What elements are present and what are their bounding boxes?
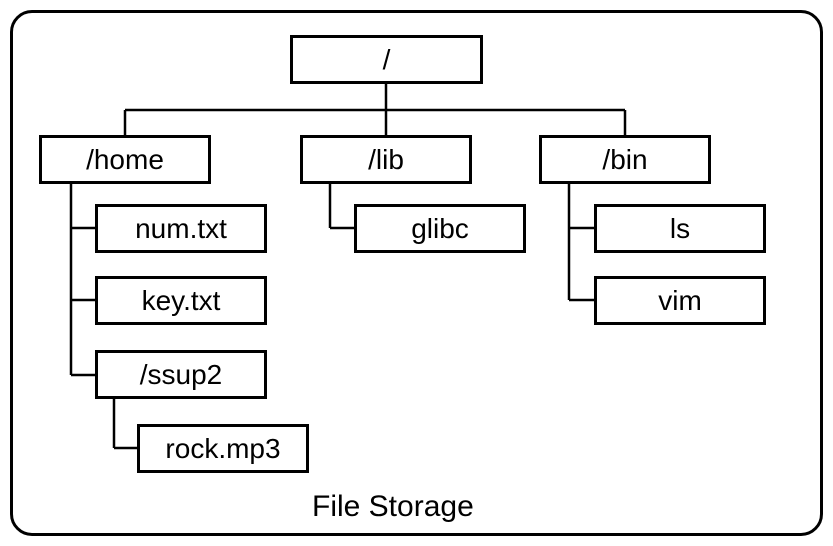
- node-label: vim: [658, 285, 702, 317]
- node-rock-mp3: rock.mp3: [137, 424, 309, 473]
- node-label: /lib: [368, 144, 404, 176]
- node-ls: ls: [594, 204, 766, 253]
- node-lib: /lib: [300, 135, 472, 184]
- node-label: rock.mp3: [165, 433, 280, 465]
- node-bin: /bin: [539, 135, 711, 184]
- node-key-txt: key.txt: [95, 276, 267, 325]
- node-label: /bin: [602, 144, 647, 176]
- diagram-frame: [10, 10, 823, 536]
- node-root: /: [290, 35, 483, 84]
- node-label: ls: [670, 213, 690, 245]
- node-label: /ssup2: [140, 359, 223, 391]
- node-num-txt: num.txt: [95, 204, 267, 253]
- node-vim: vim: [594, 276, 766, 325]
- node-label: glibc: [411, 213, 469, 245]
- node-ssup2: /ssup2: [95, 350, 267, 399]
- node-label: /home: [86, 144, 164, 176]
- node-label: key.txt: [142, 285, 221, 317]
- diagram-title: File Storage: [312, 490, 474, 524]
- node-glibc: glibc: [354, 204, 526, 253]
- node-label: num.txt: [135, 213, 227, 245]
- node-label: /: [383, 44, 391, 76]
- node-home: /home: [39, 135, 211, 184]
